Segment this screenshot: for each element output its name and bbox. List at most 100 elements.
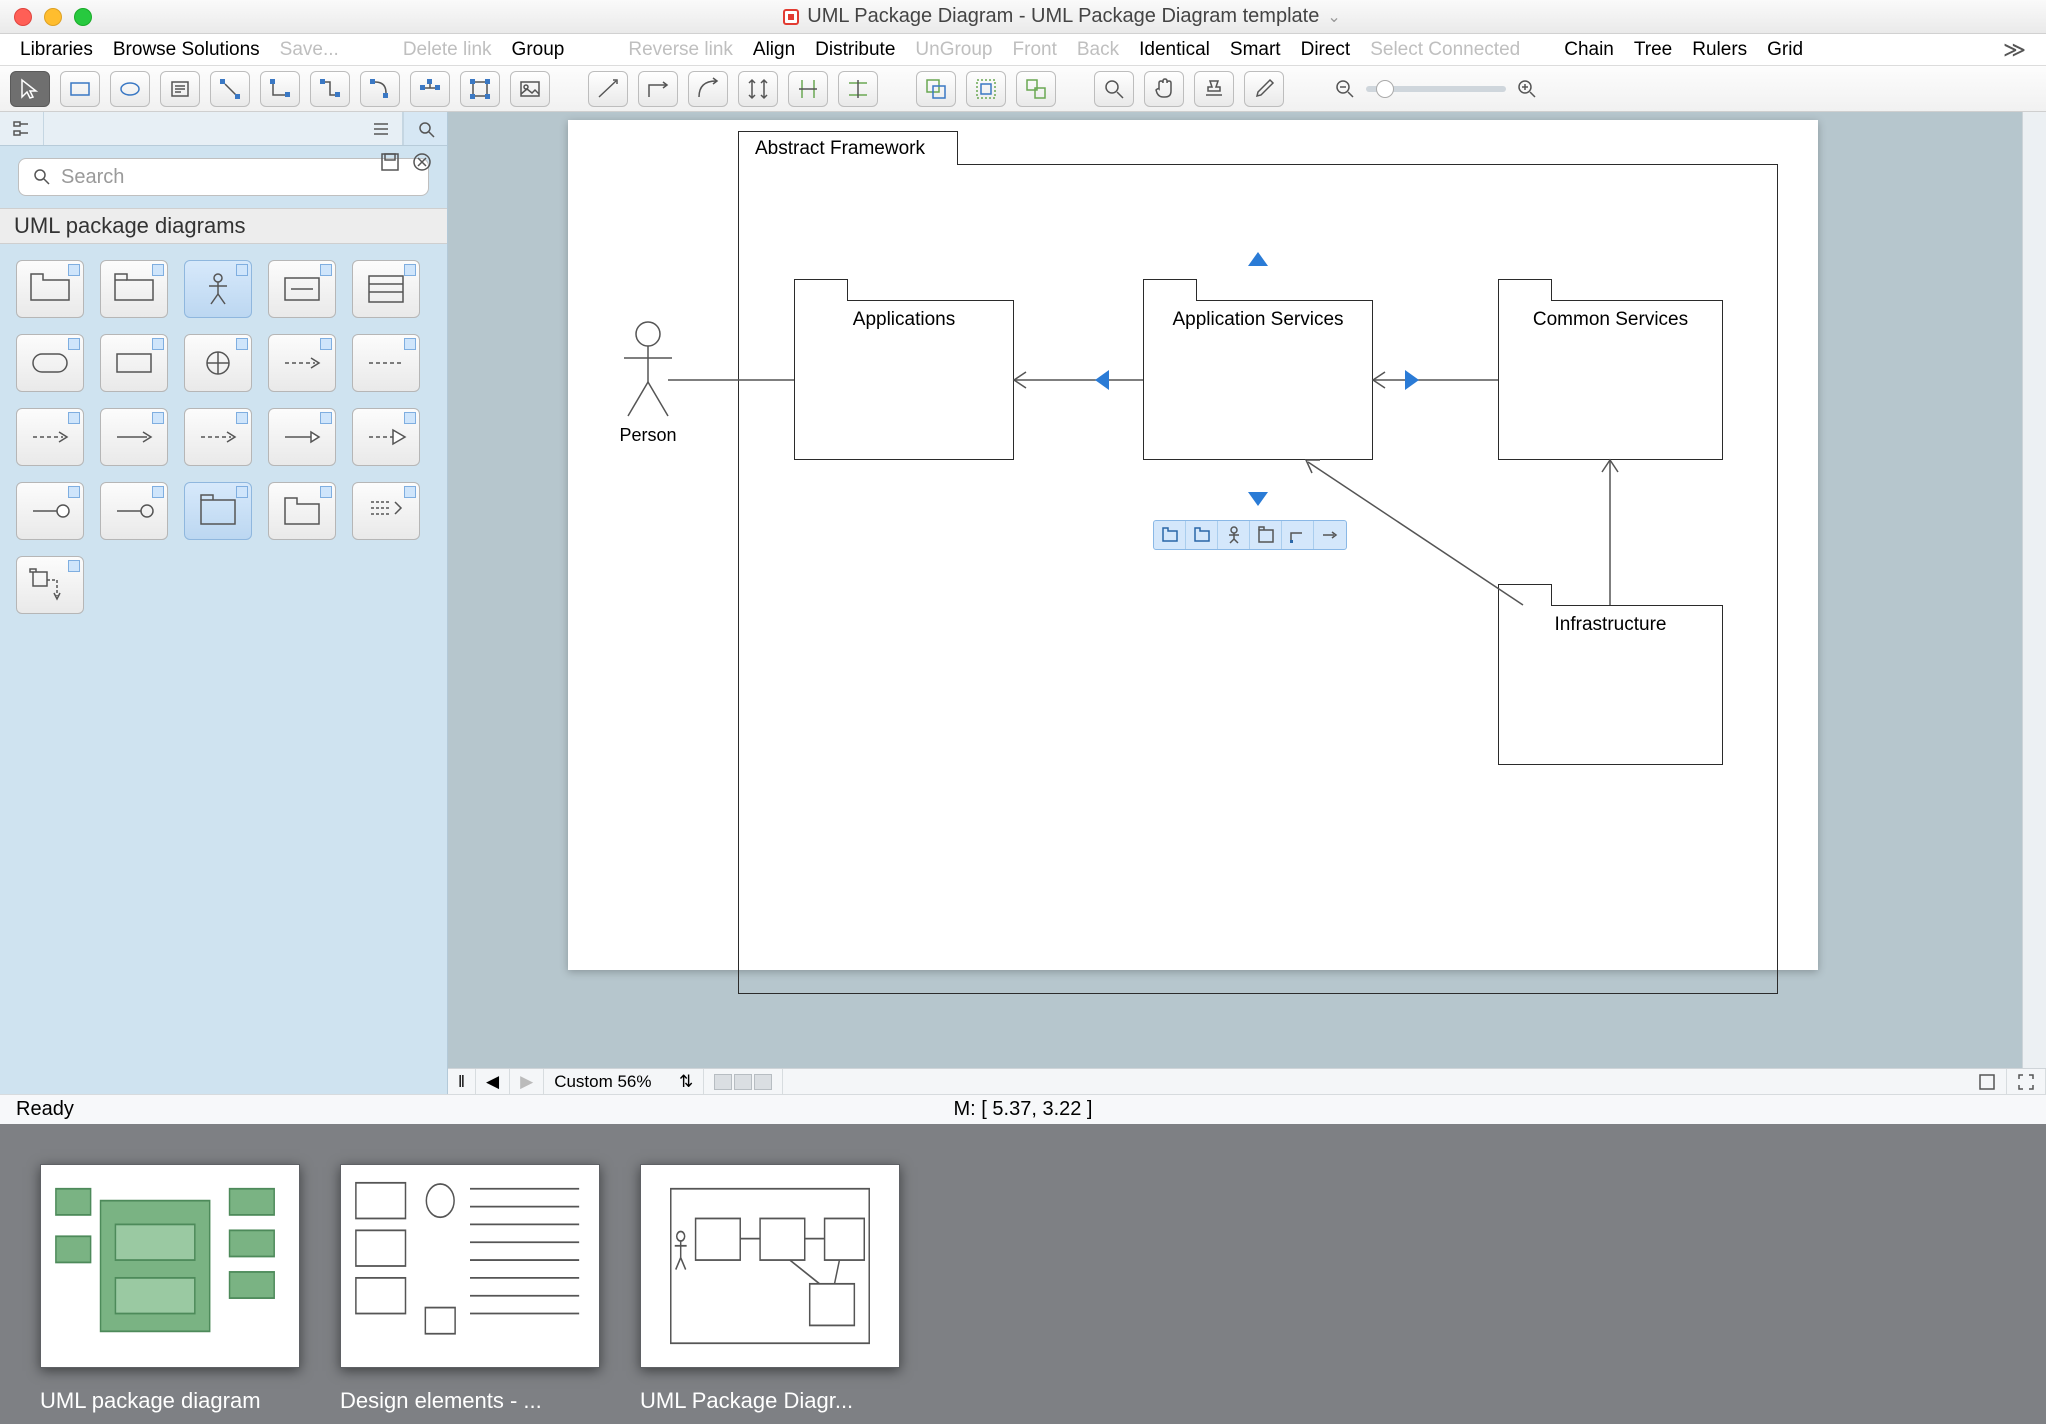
quick-arrow-icon[interactable]	[1314, 521, 1346, 549]
zoom-slider[interactable]	[1334, 78, 1538, 100]
menu-browse-solutions[interactable]: Browse Solutions	[105, 39, 268, 61]
menu-more-icon[interactable]: ≫	[1995, 37, 2034, 63]
menu-direct[interactable]: Direct	[1293, 39, 1359, 61]
package-applications[interactable]: Applications	[794, 300, 1014, 460]
actor-person[interactable]: Person	[608, 320, 688, 446]
stencil-arrow-open[interactable]	[268, 408, 336, 466]
zoom-out-icon[interactable]	[1334, 78, 1356, 100]
stencil-rounded[interactable]	[16, 334, 84, 392]
tool-line-3[interactable]	[688, 71, 728, 107]
menu-chain[interactable]: Chain	[1556, 39, 1622, 61]
tool-arrange-1[interactable]	[738, 71, 778, 107]
tool-select[interactable]	[10, 71, 50, 107]
tool-line-1[interactable]	[588, 71, 628, 107]
thumbnail-2[interactable]: Design elements - ...	[340, 1164, 600, 1414]
tool-stamp[interactable]	[1194, 71, 1234, 107]
tool-hand[interactable]	[1144, 71, 1184, 107]
menu-delete-link[interactable]: Delete link	[395, 39, 500, 61]
menu-save[interactable]: Save...	[272, 39, 347, 61]
page-prev-icon[interactable]: ◀	[476, 1069, 510, 1094]
sidebar-list-icon[interactable]	[359, 112, 403, 145]
library-close-icon[interactable]	[411, 215, 433, 237]
menu-rulers[interactable]: Rulers	[1684, 39, 1755, 61]
stencil-arrow-dashed-open[interactable]	[184, 408, 252, 466]
stencil-line-lollipop[interactable]	[16, 482, 84, 540]
zoom-level-select[interactable]: Custom 56%⇅	[544, 1069, 704, 1094]
window-maximize[interactable]	[74, 8, 92, 26]
quick-pkg-1-icon[interactable]	[1154, 521, 1186, 549]
page[interactable]: Abstract Framework Person Applications A…	[568, 120, 1818, 970]
search-input[interactable]: Search	[18, 158, 429, 196]
menu-libraries[interactable]: Libraries	[12, 39, 101, 61]
stencil-note[interactable]	[268, 260, 336, 318]
package-common-services[interactable]: Common Services	[1498, 300, 1723, 460]
zoom-in-icon[interactable]	[1516, 78, 1538, 100]
menu-reverse-link[interactable]: Reverse link	[620, 39, 741, 61]
package-infrastructure[interactable]: Infrastructure	[1498, 605, 1723, 765]
stencil-line-dashed[interactable]	[352, 334, 420, 392]
tool-eyedropper[interactable]	[1244, 71, 1284, 107]
tool-connector-1[interactable]	[210, 71, 250, 107]
stencil-arrow-dashed-2[interactable]	[16, 408, 84, 466]
frame-label[interactable]: Abstract Framework	[738, 131, 958, 165]
stencil-arrow-solid[interactable]	[100, 408, 168, 466]
tool-connector-3[interactable]	[310, 71, 350, 107]
tool-group-2[interactable]	[966, 71, 1006, 107]
stencil-actor[interactable]	[184, 260, 252, 318]
stencil-frame[interactable]	[184, 482, 252, 540]
tool-group-3[interactable]	[1016, 71, 1056, 107]
menu-group[interactable]: Group	[504, 39, 573, 61]
menu-identical[interactable]: Identical	[1131, 39, 1218, 61]
menu-select-connected[interactable]: Select Connected	[1362, 39, 1528, 61]
canvas[interactable]: Abstract Framework Person Applications A…	[448, 112, 2046, 1094]
menu-front[interactable]: Front	[1005, 39, 1065, 61]
tool-rectangle[interactable]	[60, 71, 100, 107]
tool-zoom[interactable]	[1094, 71, 1134, 107]
menu-align[interactable]: Align	[745, 39, 803, 61]
quick-actor-icon[interactable]	[1218, 521, 1250, 549]
tool-connector-6[interactable]	[460, 71, 500, 107]
tool-arrange-2[interactable]	[788, 71, 828, 107]
view-mode-toggle[interactable]	[704, 1069, 783, 1094]
canvas-full-icon[interactable]	[2007, 1069, 2046, 1094]
thumbnail-1[interactable]: UML package diagram	[40, 1164, 300, 1414]
stencil-table[interactable]	[352, 260, 420, 318]
canvas-fit-icon[interactable]	[1968, 1069, 2007, 1094]
window-minimize[interactable]	[44, 8, 62, 26]
tool-text[interactable]	[160, 71, 200, 107]
tool-connector-2[interactable]	[260, 71, 300, 107]
menu-grid[interactable]: Grid	[1759, 39, 1811, 61]
stencil-arrow-dashed-big[interactable]	[352, 408, 420, 466]
tool-connector-5[interactable]	[410, 71, 450, 107]
page-collapse-icon[interactable]: ‖	[448, 1069, 476, 1094]
stencil-line-circle-open[interactable]	[100, 482, 168, 540]
tool-connector-4[interactable]	[360, 71, 400, 107]
tool-ellipse[interactable]	[110, 71, 150, 107]
stencil-blank-pkg[interactable]	[268, 482, 336, 540]
shape-quick-toolbar[interactable]	[1153, 520, 1347, 550]
menu-ungroup[interactable]: UnGroup	[907, 39, 1000, 61]
stencil-arrow-dashed[interactable]	[268, 334, 336, 392]
stencil-list-dashed[interactable]	[352, 482, 420, 540]
stencil-package-2[interactable]	[100, 260, 168, 318]
tool-group-1[interactable]	[916, 71, 956, 107]
quick-connect-icon[interactable]	[1282, 521, 1314, 549]
title-dropdown-icon[interactable]: ⌄	[1327, 7, 1340, 27]
menu-tree[interactable]: Tree	[1626, 39, 1680, 61]
menu-smart[interactable]: Smart	[1222, 39, 1289, 61]
sidebar-tree-icon[interactable]	[0, 112, 44, 145]
library-save-icon[interactable]	[379, 215, 401, 237]
quick-pkg-2-icon[interactable]	[1186, 521, 1218, 549]
tool-arrange-3[interactable]	[838, 71, 878, 107]
stencil-circle-plus[interactable]	[184, 334, 252, 392]
menu-distribute[interactable]: Distribute	[807, 39, 903, 61]
sidebar-search-icon[interactable]	[403, 112, 447, 145]
frame-abstract-framework[interactable]: Abstract Framework	[738, 164, 1778, 994]
quick-frame-icon[interactable]	[1250, 521, 1282, 549]
menu-back[interactable]: Back	[1069, 39, 1127, 61]
tool-insert-image[interactable]	[510, 71, 550, 107]
canvas-scrollbar-vertical[interactable]	[2022, 112, 2046, 1068]
page-next-icon[interactable]: ▶	[510, 1069, 544, 1094]
tool-line-2[interactable]	[638, 71, 678, 107]
stencil-package[interactable]	[16, 260, 84, 318]
